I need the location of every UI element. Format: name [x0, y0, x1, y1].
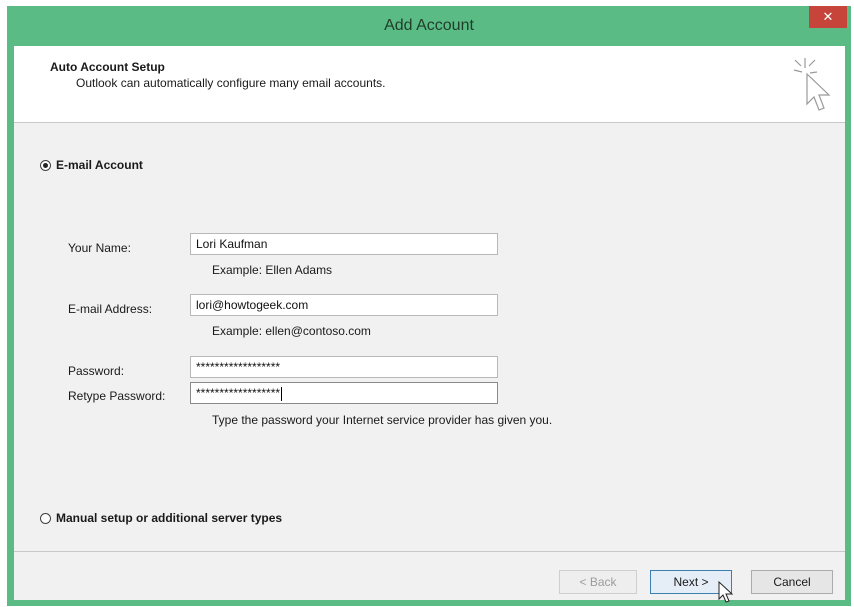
manual-setup-radio[interactable]	[40, 512, 51, 524]
email-address-example: Example: ellen@contoso.com	[212, 324, 371, 338]
email-address-input[interactable]: lori@howtogeek.com	[190, 294, 498, 316]
title-bar[interactable]: Add Account ✕	[7, 6, 851, 46]
add-account-window: Add Account ✕ Auto Account Setup Outlook…	[7, 6, 851, 606]
password-input[interactable]: ******************	[190, 356, 498, 378]
email-account-label: E-mail Account	[56, 158, 143, 172]
close-icon: ✕	[822, 9, 834, 24]
your-name-input[interactable]: Lori Kaufman	[190, 233, 498, 255]
window-title: Add Account	[384, 17, 474, 34]
header-subtitle: Outlook can automatically configure many…	[76, 76, 386, 90]
email-address-label: E-mail Address:	[68, 302, 153, 316]
your-name-example: Example: Ellen Adams	[212, 263, 333, 277]
dialog-content: Auto Account Setup Outlook can automatic…	[14, 46, 845, 603]
email-account-radio[interactable]	[40, 159, 51, 171]
retype-password-input[interactable]: ******************	[190, 382, 498, 404]
wizard-header: Auto Account Setup Outlook can automatic…	[14, 46, 845, 123]
email-account-option[interactable]: E-mail Account	[40, 158, 143, 172]
mouse-pointer-icon	[718, 580, 734, 603]
password-hint: Type the password your Internet service …	[212, 413, 553, 427]
text-caret	[281, 386, 283, 401]
close-button[interactable]: ✕	[809, 6, 847, 28]
wizard-cursor-icon	[793, 58, 831, 111]
manual-setup-option[interactable]: Manual setup or additional server types	[40, 511, 282, 525]
password-label: Password:	[68, 364, 125, 378]
retype-password-label: Retype Password:	[68, 389, 166, 403]
header-title: Auto Account Setup	[50, 60, 165, 74]
back-button[interactable]: < Back	[559, 570, 637, 594]
manual-setup-label: Manual setup or additional server types	[56, 511, 283, 525]
cancel-button[interactable]: Cancel	[751, 570, 833, 594]
retype-password-value: ******************	[196, 386, 281, 400]
your-name-label: Your Name:	[68, 241, 131, 255]
footer-divider	[14, 551, 845, 552]
